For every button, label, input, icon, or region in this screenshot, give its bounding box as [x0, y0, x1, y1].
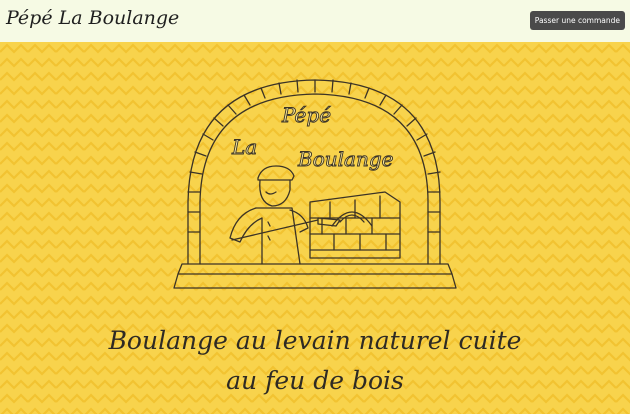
- order-button[interactable]: Passer une commande: [529, 11, 625, 30]
- logo-word-pepe: Pépé: [281, 103, 331, 127]
- hero-tagline-line1: Boulange au levain naturel cuite: [108, 326, 522, 355]
- baker-oven-logo: Pépé La Boulange: [173, 79, 457, 289]
- top-navbar: Pépé La Boulange Passer une commande: [0, 0, 630, 42]
- brand-title[interactable]: Pépé La Boulange: [6, 7, 179, 29]
- logo-word-la: La: [231, 135, 257, 159]
- logo-word-boulange: Boulange: [297, 147, 393, 171]
- hero-section: Pépé La Boulange Boulange au levain natu…: [0, 42, 630, 414]
- hero-tagline-line2: au feu de bois: [226, 366, 404, 395]
